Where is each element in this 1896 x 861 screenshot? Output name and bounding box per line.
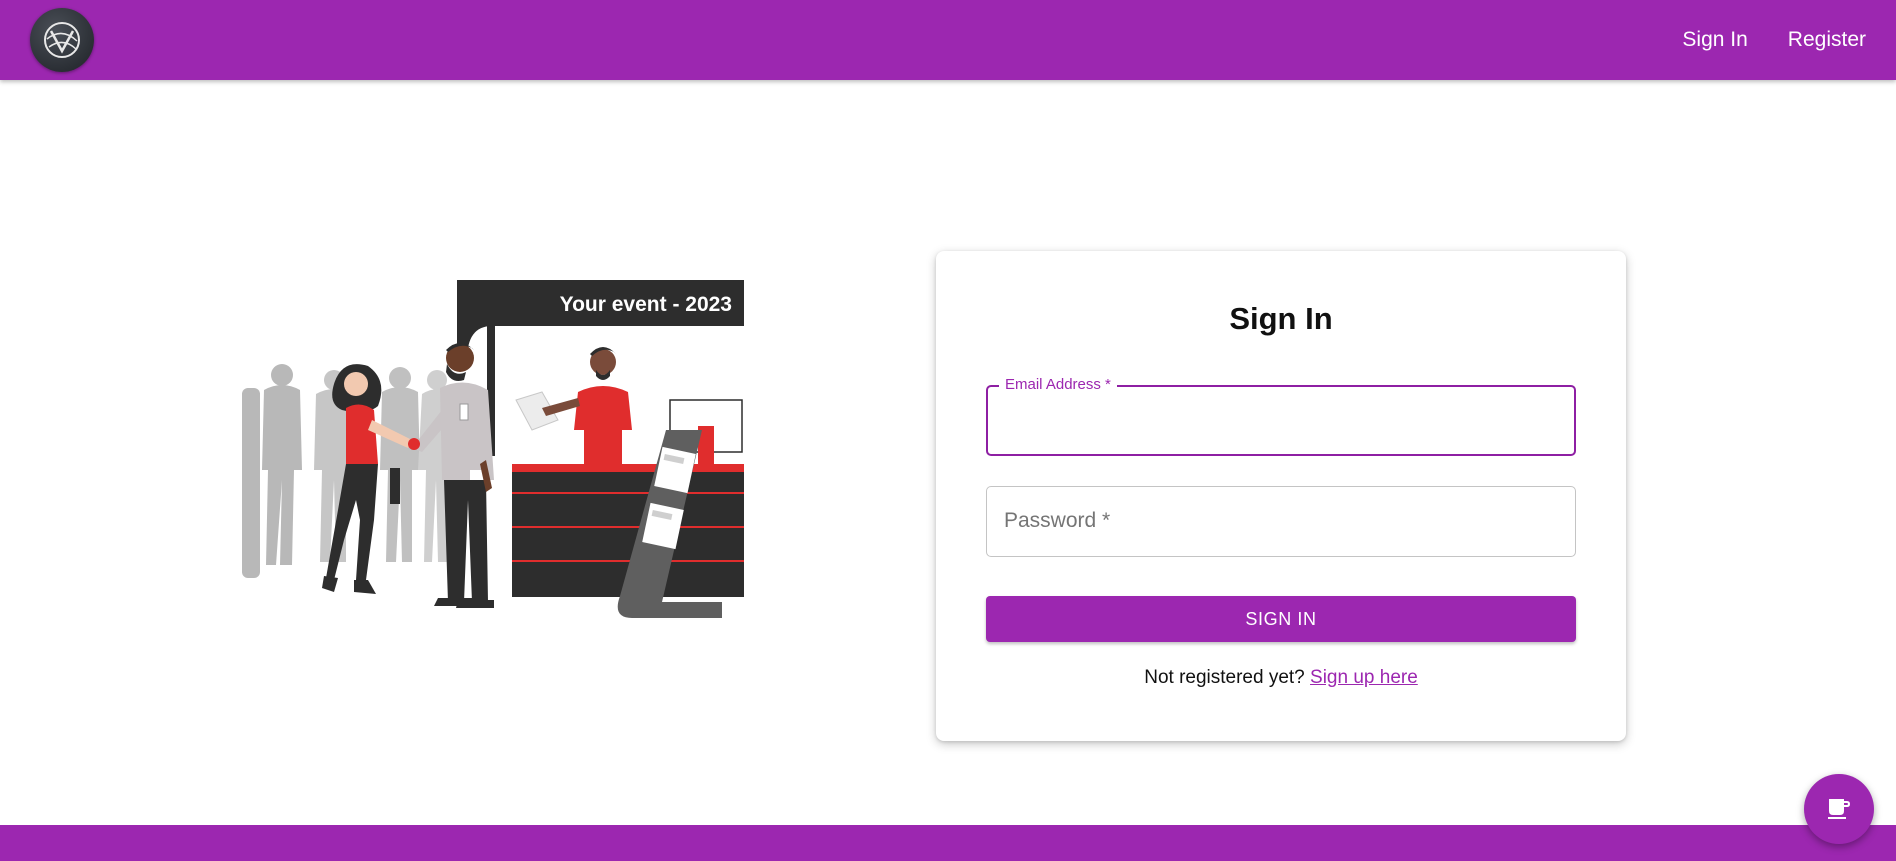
footer-bar	[0, 825, 1896, 861]
email-field: Email Address *	[986, 376, 1576, 456]
page-title: Sign In	[1229, 301, 1333, 336]
sign-in-card: Sign In Email Address * Password * SIGN …	[936, 251, 1626, 741]
coffee-fab-button[interactable]	[1804, 774, 1874, 844]
sign-up-link[interactable]: Sign up here	[1310, 667, 1418, 688]
globe-logo-icon[interactable]	[30, 8, 94, 72]
sign-in-button[interactable]: SIGN IN	[986, 596, 1576, 642]
register-prompt: Not registered yet? Sign up here	[936, 667, 1626, 689]
event-illustration: Your event - 2023	[242, 280, 744, 622]
nav-sign-in-link[interactable]: Sign In	[1682, 28, 1747, 52]
nav-register-link[interactable]: Register	[1788, 28, 1866, 52]
banner-text: Your event - 2023	[560, 293, 732, 316]
top-nav: Sign In Register	[1682, 28, 1866, 52]
email-label: Email Address *	[999, 376, 1117, 393]
coffee-cup-icon	[1825, 793, 1853, 826]
email-input[interactable]	[988, 387, 1574, 454]
app-bar: Sign In Register	[0, 0, 1896, 80]
register-prompt-text: Not registered yet?	[1144, 667, 1305, 688]
password-input[interactable]	[987, 487, 1575, 556]
password-field: Password *	[986, 486, 1576, 557]
